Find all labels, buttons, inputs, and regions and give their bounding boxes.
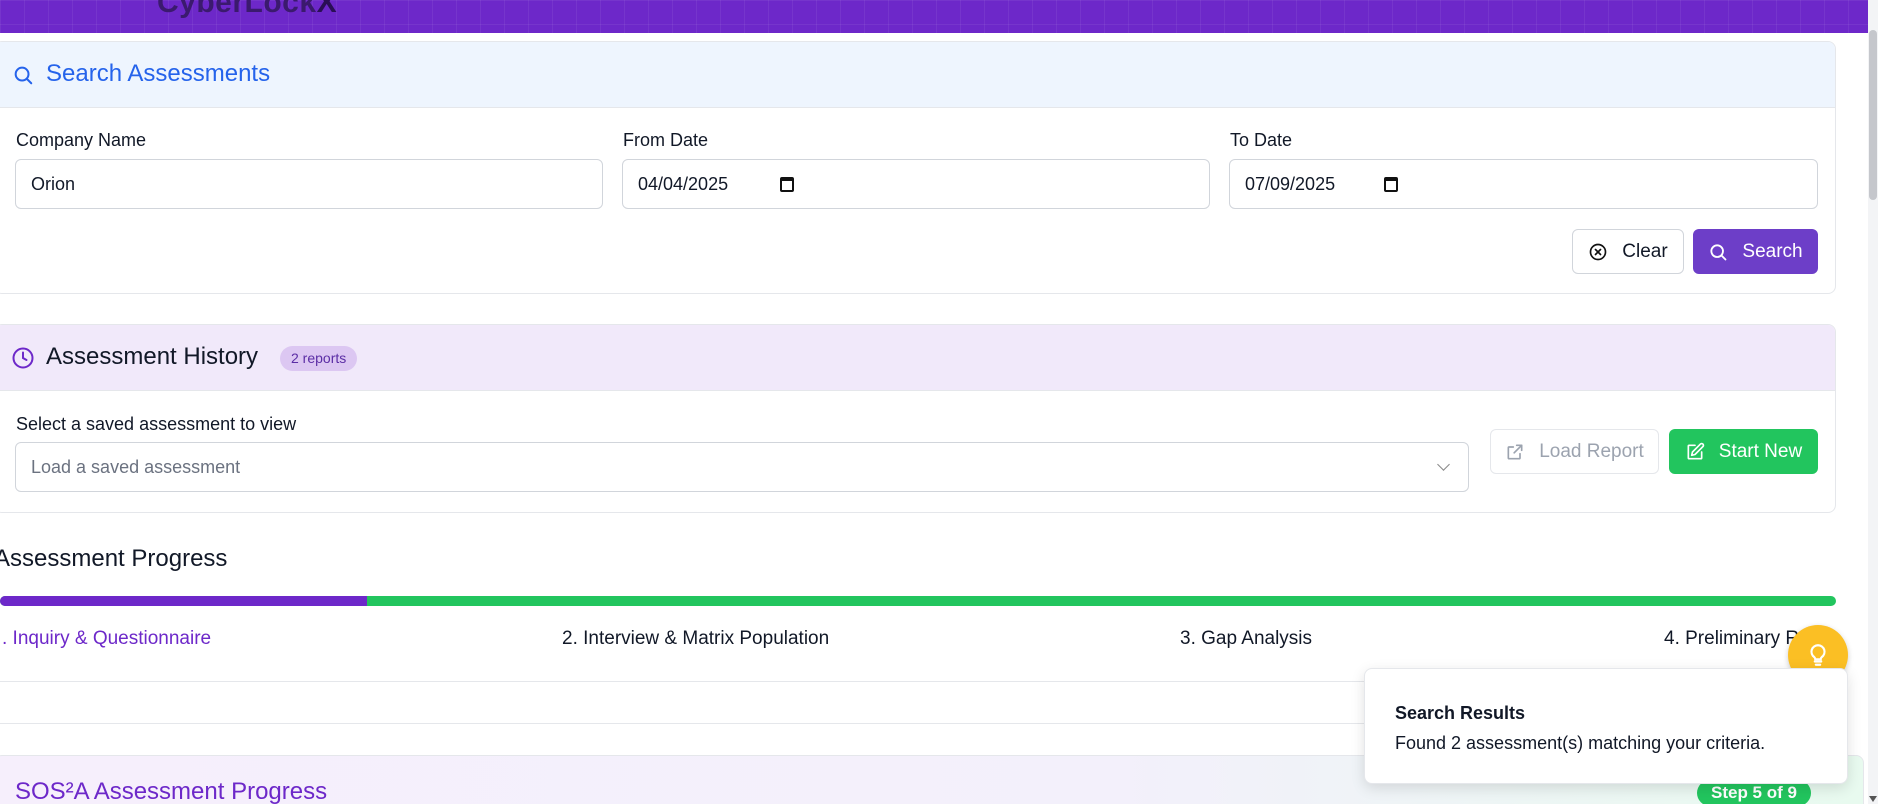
scroll-down-arrow[interactable] (1869, 796, 1877, 802)
progress-bar-fill (0, 596, 368, 606)
clock-icon (12, 347, 34, 369)
from-date-value: 04/04/2025 (638, 174, 729, 194)
scrollbar-thumb[interactable] (1869, 30, 1877, 200)
step-gap-analysis[interactable]: 3. Gap Analysis (1180, 628, 1312, 650)
toast-title: Search Results (1395, 703, 1526, 723)
page-scrollbar[interactable] (1868, 0, 1878, 804)
calendar-icon[interactable] (1384, 177, 1398, 192)
search-card-title: Search Assessments (46, 60, 271, 87)
saved-assessment-select[interactable]: Load a saved assessment (15, 442, 1469, 492)
progress-bar (0, 596, 1836, 606)
step-inquiry[interactable]: . Inquiry & Questionnaire (2, 628, 211, 650)
load-report-label: Load Report (1539, 440, 1644, 462)
to-date-input[interactable]: 07/09/2025 (1229, 159, 1818, 209)
external-link-icon (1507, 444, 1523, 459)
company-name-input[interactable]: Orion (15, 159, 603, 209)
load-report-button[interactable]: Load Report (1490, 429, 1659, 474)
from-date-label: From Date (623, 130, 709, 150)
close-circle-icon (1589, 243, 1607, 260)
search-button-label: Search (1742, 240, 1803, 262)
saved-assessment-placeholder: Load a saved assessment (31, 457, 241, 477)
top-navbar: CyberLockX (0, 0, 1868, 33)
chevron-down-icon (1437, 458, 1450, 471)
search-icon (14, 66, 33, 85)
assessment-progress-title: Assessment Progress (0, 545, 228, 572)
step-preliminary[interactable]: 4. Preliminary R (1664, 628, 1799, 650)
edit-icon (1687, 442, 1704, 459)
lightbulb-icon (1810, 644, 1826, 666)
history-card-header: Assessment History 2 reports (0, 325, 1835, 391)
clear-button[interactable]: Clear (1572, 229, 1684, 274)
search-assessments-card: Search Assessments Company Name Orion Fr… (0, 41, 1836, 294)
clear-button-label: Clear (1622, 240, 1668, 262)
search-results-toast[interactable]: Search Results Found 2 assessment(s) mat… (1364, 668, 1848, 784)
toast-message: Found 2 assessment(s) matching your crit… (1395, 733, 1766, 753)
sos2a-title: SOS²A Assessment Progress (15, 778, 328, 804)
history-card-title: Assessment History (46, 343, 259, 370)
reports-count-badge: 2 reports (280, 346, 358, 371)
saved-assessment-label: Select a saved assessment to view (16, 414, 297, 434)
company-name-label: Company Name (16, 130, 147, 150)
calendar-icon[interactable] (780, 177, 794, 192)
step-interview[interactable]: 2. Interview & Matrix Population (562, 628, 829, 650)
start-new-button[interactable]: Start New (1669, 429, 1818, 474)
search-card-header: Search Assessments (0, 42, 1835, 108)
search-button[interactable]: Search (1693, 229, 1818, 274)
to-date-label: To Date (1230, 130, 1293, 150)
assessment-history-card: Assessment History 2 reports Select a sa… (0, 324, 1836, 513)
from-date-input[interactable]: 04/04/2025 (622, 159, 1210, 209)
search-icon (1710, 243, 1727, 260)
app-logo[interactable]: CyberLockX (157, 0, 337, 20)
to-date-value: 07/09/2025 (1245, 174, 1336, 194)
start-new-label: Start New (1718, 440, 1803, 462)
